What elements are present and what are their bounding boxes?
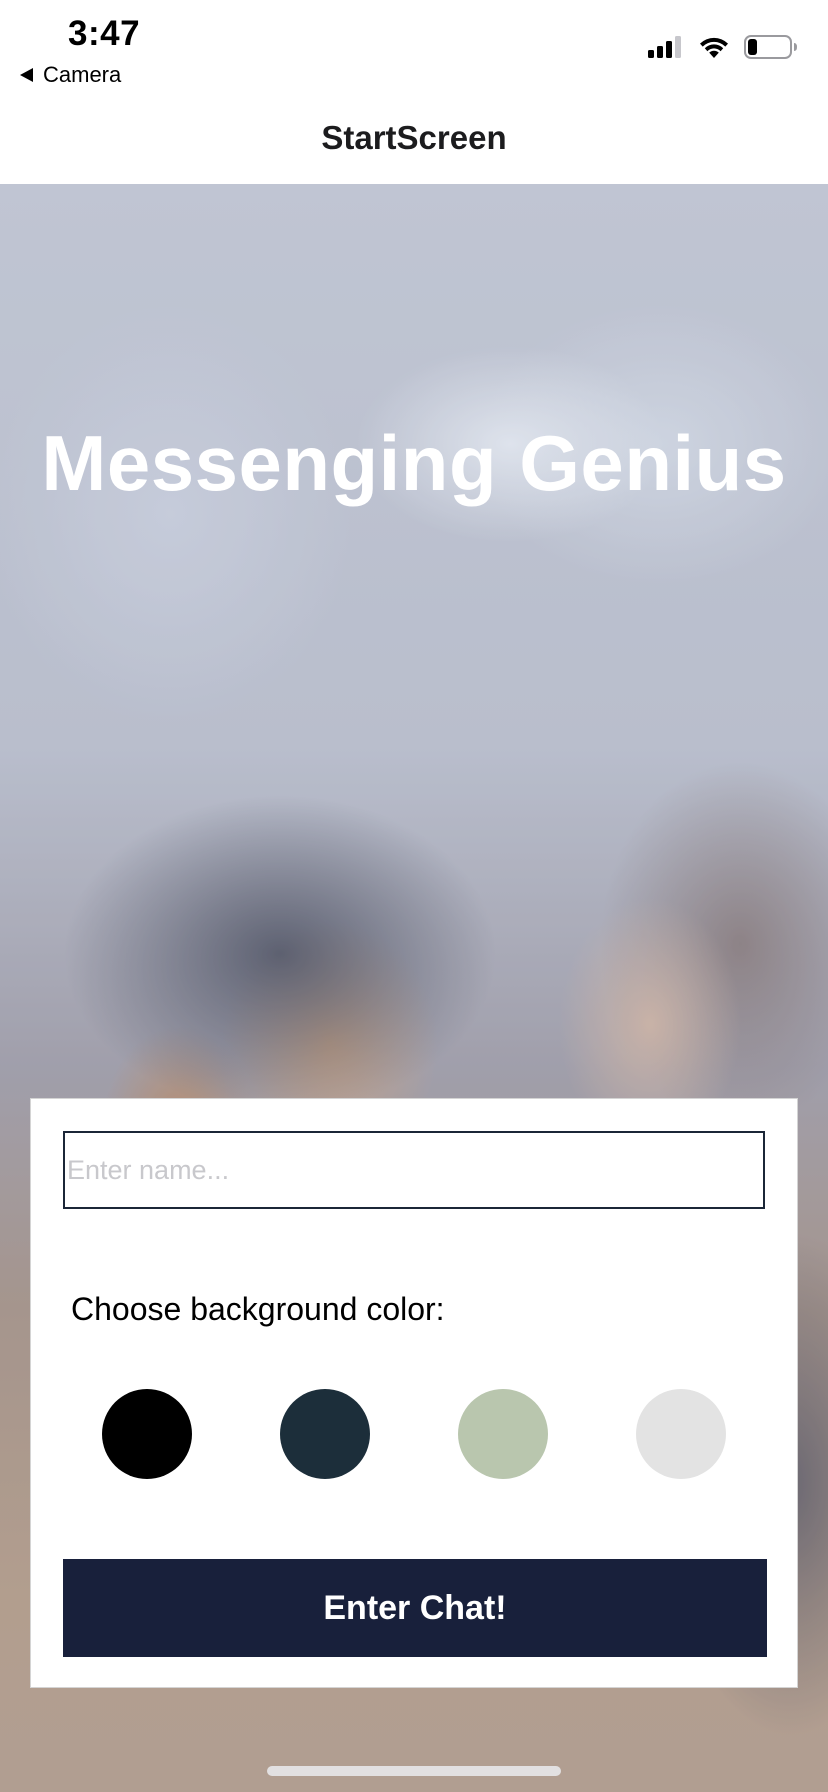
color-swatch-sage[interactable] (458, 1389, 548, 1479)
color-swatch-black[interactable] (102, 1389, 192, 1479)
cellular-signal-icon (648, 36, 681, 58)
name-input[interactable] (63, 1131, 765, 1209)
back-triangle-icon (20, 68, 33, 82)
wifi-icon (700, 37, 728, 58)
navigation-bar: StartScreen (0, 95, 828, 185)
status-icons (648, 35, 798, 59)
enter-chat-button[interactable]: Enter Chat! (63, 1559, 767, 1657)
start-form-card: Choose background color: Enter Chat! (30, 1098, 798, 1688)
battery-icon (744, 35, 797, 59)
status-time: 3:47 (68, 14, 141, 53)
app-title: Messenging Genius (41, 419, 787, 507)
home-indicator[interactable] (267, 1766, 561, 1776)
color-swatch-light-gray[interactable] (636, 1389, 726, 1479)
status-bar: 3:47 Camera (0, 0, 828, 95)
color-swatch-dark-teal[interactable] (280, 1389, 370, 1479)
back-to-app-link[interactable]: Camera (20, 62, 121, 88)
choose-color-label: Choose background color: (71, 1291, 445, 1327)
nav-title: StartScreen (321, 119, 507, 156)
back-app-label: Camera (43, 62, 122, 87)
